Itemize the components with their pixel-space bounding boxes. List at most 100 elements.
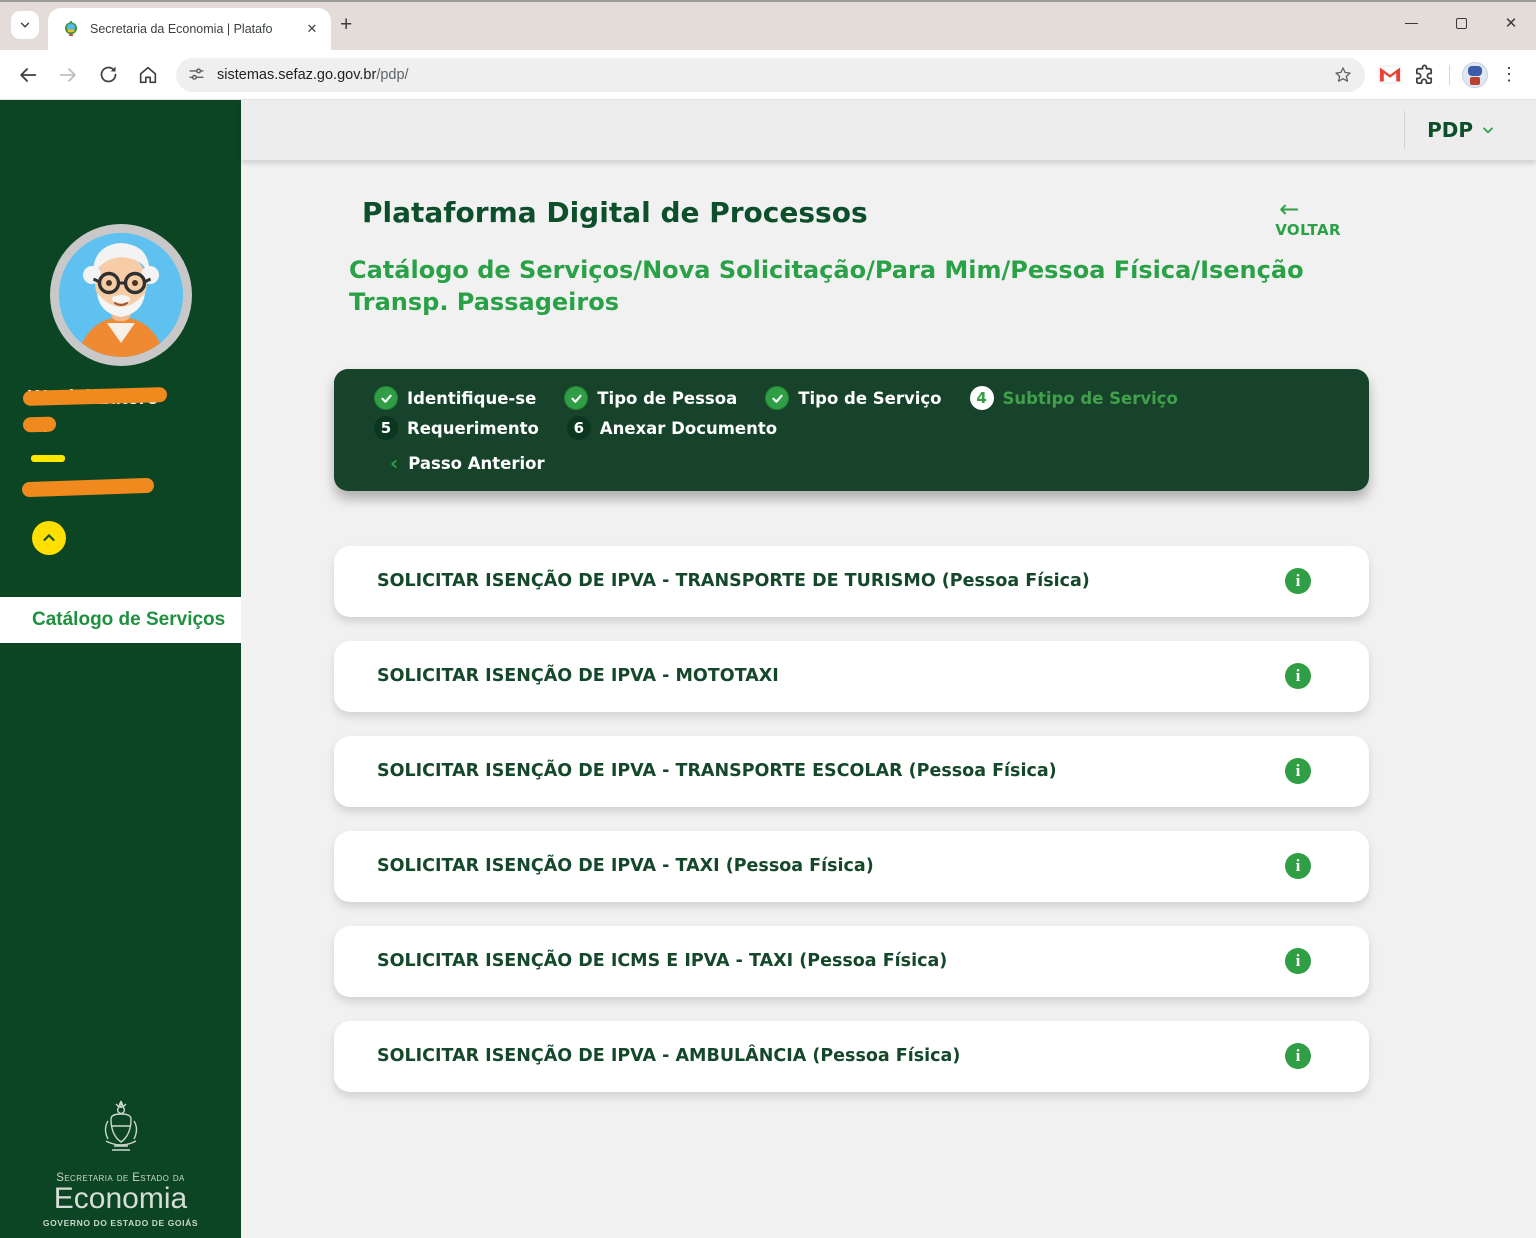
back-arrow-icon — [20, 67, 37, 82]
bookmark-star-icon[interactable] — [1333, 65, 1353, 85]
passo-anterior-button[interactable]: ‹ Passo Anterior — [374, 451, 1339, 476]
collapse-profile-button[interactable] — [32, 521, 66, 555]
favicon-icon — [65, 21, 77, 37]
tab-title: Secretaria da Economia | Platafo — [90, 22, 273, 36]
step-identifique-se[interactable]: Identifique-se — [374, 386, 537, 411]
url-path: /pdp/ — [376, 66, 409, 83]
sidebar-footer: Secretaria de Estado da Economia GOVERNO… — [0, 1099, 241, 1228]
forward-button[interactable] — [48, 57, 88, 93]
toolbar-divider — [1449, 64, 1450, 85]
goias-crest-icon — [104, 1100, 137, 1151]
step-label: Subtipo de Serviço — [1002, 388, 1178, 408]
browser-window: Secretaria da Economia | Platafo ✕ + ✕ s… — [0, 0, 1536, 1238]
stepper: Identifique-se Tipo de Pessoa Tipo de Se… — [334, 368, 1369, 491]
reload-button[interactable] — [88, 57, 128, 93]
info-glyph: i — [1295, 571, 1301, 591]
service-card-label: SOLICITAR ISENÇÃO DE IPVA - MOTOTAXI — [377, 666, 779, 687]
browser-toolbar: sistemas.sefaz.go.gov.br/pdp/ ⋮ — [0, 50, 1536, 100]
gmail-icon[interactable] — [1373, 58, 1407, 92]
info-icon[interactable]: i — [1285, 568, 1311, 595]
app-shell: Weslei Lutero Ni Catálogo de Serviços Se… — [0, 100, 1536, 1238]
info-glyph: i — [1295, 951, 1301, 971]
step-label: Requerimento — [407, 418, 539, 438]
profile-avatar-image — [1462, 61, 1488, 88]
service-card-label: SOLICITAR ISENÇÃO DE ICMS E IPVA - TAXI … — [377, 951, 948, 972]
url-bar[interactable]: sistemas.sefaz.go.gov.br/pdp/ — [176, 57, 1365, 92]
service-card-icms-ipva-taxi[interactable]: SOLICITAR ISENÇÃO DE ICMS E IPVA - TAXI … — [334, 925, 1369, 997]
tab-close-icon[interactable]: ✕ — [303, 21, 321, 37]
yellow-divider — [31, 455, 65, 462]
info-icon[interactable]: i — [1285, 948, 1311, 975]
sidebar-item-catalogo-de-servicos[interactable]: Catálogo de Serviços — [0, 597, 241, 643]
info-icon[interactable]: i — [1285, 758, 1311, 785]
window-minimize-button[interactable] — [1386, 0, 1436, 46]
service-card-taxi[interactable]: SOLICITAR ISENÇÃO DE IPVA - TAXI (Pessoa… — [334, 830, 1369, 902]
info-icon[interactable]: i — [1285, 663, 1311, 690]
passo-anterior-label: Passo Anterior — [408, 453, 545, 473]
new-tab-button[interactable]: + — [340, 14, 352, 35]
step-number-badge: 6 — [566, 416, 591, 441]
service-card-turismo[interactable]: SOLICITAR ISENÇÃO DE IPVA - TRANSPORTE D… — [334, 545, 1369, 617]
voltar-label: VOLTAR — [1275, 221, 1341, 239]
reload-icon — [100, 66, 116, 83]
user-name-redacted-line2: Ni — [28, 412, 48, 440]
pdp-dropdown[interactable]: PDP — [1427, 118, 1496, 142]
step-check-icon — [564, 386, 589, 411]
window-close-button[interactable]: ✕ — [1486, 0, 1536, 46]
user-info: Weslei Lutero Ni — [21, 384, 241, 498]
step-number-badge: 4 — [969, 386, 994, 411]
step-tipo-de-pessoa[interactable]: Tipo de Pessoa — [564, 386, 738, 411]
step-requerimento[interactable]: 5 Requerimento — [374, 416, 539, 441]
service-card-label: SOLICITAR ISENÇÃO DE IPVA - TAXI (Pessoa… — [377, 856, 874, 877]
app-topbar: PDP — [241, 100, 1536, 160]
chevron-up-icon — [43, 534, 55, 541]
service-list: SOLICITAR ISENÇÃO DE IPVA - TRANSPORTE D… — [334, 545, 1369, 1092]
url-host: sistemas.sefaz.go.gov.br — [217, 66, 377, 83]
voltar-button[interactable]: ← VOLTAR — [1275, 195, 1341, 239]
step-label: Identifique-se — [407, 388, 537, 408]
browser-tab[interactable]: Secretaria da Economia | Platafo ✕ — [48, 8, 331, 50]
maximize-icon — [1455, 17, 1467, 29]
profile-avatar[interactable] — [1458, 58, 1492, 92]
step-subtipo-de-servico[interactable]: 4 Subtipo de Serviço — [969, 386, 1178, 411]
chevron-down-icon — [1483, 127, 1493, 134]
extensions-icon[interactable] — [1407, 58, 1441, 92]
step-anexar-documento[interactable]: 6 Anexar Documento — [566, 416, 777, 441]
step-label: Tipo de Serviço — [798, 388, 942, 408]
chevron-left-icon: ‹ — [390, 451, 399, 476]
service-card-mototaxi[interactable]: SOLICITAR ISENÇÃO DE IPVA - MOTOTAXI i — [334, 640, 1369, 712]
info-icon[interactable]: i — [1285, 853, 1311, 880]
home-button[interactable] — [128, 57, 168, 93]
step-number-badge: 5 — [374, 416, 398, 441]
step-check-icon — [765, 386, 790, 411]
step-tipo-de-servico[interactable]: Tipo de Serviço — [765, 386, 942, 411]
home-icon — [139, 66, 157, 83]
page-content: Plataforma Digital de Processos ← VOLTAR… — [241, 160, 1536, 1238]
info-glyph: i — [1295, 761, 1301, 781]
service-card-label: SOLICITAR ISENÇÃO DE IPVA - AMBULÂNCIA (… — [377, 1046, 961, 1067]
back-button[interactable] — [8, 57, 48, 93]
forward-arrow-icon — [59, 67, 76, 82]
step-label: Tipo de Pessoa — [597, 388, 738, 408]
info-glyph: i — [1295, 666, 1301, 686]
pdp-label: PDP — [1427, 118, 1473, 142]
info-glyph: i — [1295, 856, 1301, 876]
browser-menu-icon[interactable]: ⋮ — [1492, 58, 1526, 92]
sidebar: Weslei Lutero Ni Catálogo de Serviços Se… — [0, 100, 241, 1238]
service-card-label: SOLICITAR ISENÇÃO DE IPVA - TRANSPORTE E… — [377, 761, 1057, 782]
back-arrow-icon: ← — [1279, 195, 1300, 223]
main-column: PDP Plataforma Digital de Processos ← VO… — [241, 100, 1536, 1238]
info-glyph: i — [1295, 1046, 1301, 1066]
service-card-ambulancia[interactable]: SOLICITAR ISENÇÃO DE IPVA - AMBULÂNCIA (… — [334, 1020, 1369, 1092]
site-settings-icon[interactable] — [188, 66, 205, 83]
user-avatar-image — [58, 233, 183, 357]
window-maximize-button[interactable] — [1436, 0, 1486, 46]
step-check-icon — [374, 386, 398, 411]
breadcrumb: Catálogo de Serviços/Nova Solicitação/Pa… — [349, 256, 1304, 317]
service-card-transporte-escolar[interactable]: SOLICITAR ISENÇÃO DE IPVA - TRANSPORTE E… — [334, 735, 1369, 807]
info-icon[interactable]: i — [1285, 1043, 1311, 1070]
tab-search-button[interactable] — [11, 11, 39, 39]
url-text[interactable]: sistemas.sefaz.go.gov.br/pdp/ — [217, 67, 1325, 83]
user-avatar — [49, 224, 192, 366]
footer-gov-line: GOVERNO DO ESTADO DE GOIÁS — [42, 1218, 199, 1228]
